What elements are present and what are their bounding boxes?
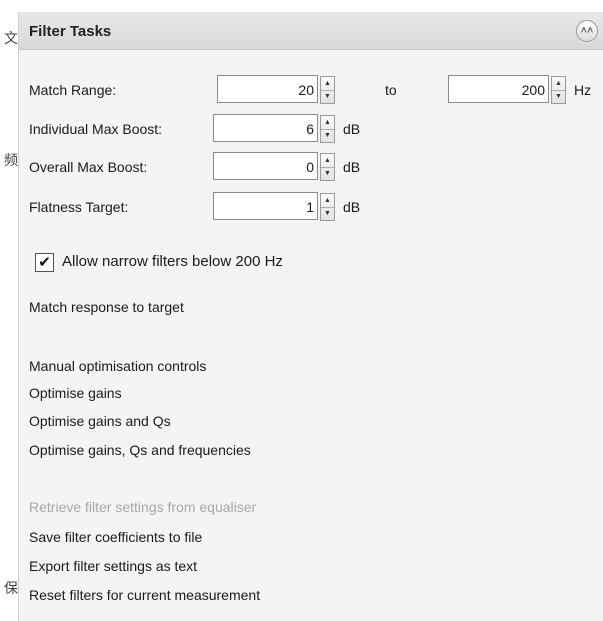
individual-max-boost-label: Individual Max Boost:: [29, 121, 163, 137]
edge-text: 文: [4, 31, 18, 47]
retrieve-settings-link: Retrieve filter settings from equaliser: [29, 499, 257, 515]
flatness-target-spinner[interactable]: 1 ▲ ▼: [213, 192, 335, 222]
individual-max-boost-spinner[interactable]: 6 ▲ ▼: [213, 114, 335, 144]
flatness-target-input[interactable]: 1: [213, 192, 318, 220]
spin-up-icon[interactable]: ▲: [321, 194, 334, 208]
reset-filters-link[interactable]: Reset filters for current measurement: [29, 587, 260, 603]
individual-max-boost-input[interactable]: 6: [213, 114, 318, 142]
export-settings-link[interactable]: Export filter settings as text: [29, 558, 197, 574]
optimise-gains-qs-link[interactable]: Optimise gains and Qs: [29, 413, 171, 429]
spin-buttons[interactable]: ▲ ▼: [551, 76, 566, 104]
spin-up-icon[interactable]: ▲: [321, 77, 334, 91]
spin-down-icon[interactable]: ▼: [321, 90, 334, 103]
spin-up-icon[interactable]: ▲: [321, 116, 334, 130]
spin-up-icon[interactable]: ▲: [321, 154, 334, 168]
double-chevron-up-icon[interactable]: ˄˄: [576, 20, 598, 42]
spin-up-icon[interactable]: ▲: [552, 77, 565, 91]
filter-tasks-panel: Filter Tasks ˄˄ Match Range: 20 ▲ ▼ to 2…: [18, 12, 603, 621]
overall-max-boost-spinner[interactable]: 0 ▲ ▼: [213, 152, 335, 182]
match-range-max-input[interactable]: 200: [448, 75, 549, 103]
background-window-edge: 文 频 保: [0, 0, 18, 621]
spin-buttons[interactable]: ▲ ▼: [320, 193, 335, 221]
optimise-gains-link[interactable]: Optimise gains: [29, 385, 122, 401]
panel-header: Filter Tasks ˄˄: [19, 12, 603, 50]
manual-optimisation-heading: Manual optimisation controls: [29, 358, 207, 374]
match-range-max-spinner[interactable]: 200 ▲ ▼: [448, 75, 566, 105]
overall-max-boost-row: Overall Max Boost: 0 ▲ ▼ dB: [29, 152, 429, 182]
flatness-target-unit: dB: [343, 199, 361, 215]
allow-narrow-filters-label: Allow narrow filters below 200 Hz: [62, 253, 283, 270]
spin-down-icon[interactable]: ▼: [321, 167, 334, 180]
allow-narrow-filters-checkbox[interactable]: ✔: [35, 253, 54, 272]
match-range-row: Match Range: 20 ▲ ▼ to 200 ▲ ▼ Hz: [29, 75, 599, 105]
spin-down-icon[interactable]: ▼: [321, 129, 334, 142]
match-response-link[interactable]: Match response to target: [29, 299, 184, 315]
spin-down-icon[interactable]: ▼: [552, 90, 565, 103]
flatness-target-label: Flatness Target:: [29, 199, 129, 215]
edge-text: 保: [4, 581, 18, 597]
flatness-target-row: Flatness Target: 1 ▲ ▼ dB: [29, 192, 429, 222]
match-range-min-spinner[interactable]: 20 ▲ ▼: [217, 75, 335, 105]
optimise-all-link[interactable]: Optimise gains, Qs and frequencies: [29, 442, 251, 458]
overall-max-boost-label: Overall Max Boost:: [29, 159, 148, 175]
allow-narrow-filters-option[interactable]: ✔ Allow narrow filters below 200 Hz: [29, 252, 389, 274]
save-coefficients-link[interactable]: Save filter coefficients to file: [29, 529, 202, 545]
overall-max-boost-input[interactable]: 0: [213, 152, 318, 180]
overall-max-boost-unit: dB: [343, 159, 361, 175]
match-range-to-label: to: [385, 82, 397, 98]
panel-title: Filter Tasks: [29, 23, 112, 40]
spin-buttons[interactable]: ▲ ▼: [320, 76, 335, 104]
match-range-min-input[interactable]: 20: [217, 75, 318, 103]
spin-buttons[interactable]: ▲ ▼: [320, 153, 335, 181]
spin-down-icon[interactable]: ▼: [321, 207, 334, 220]
match-range-label: Match Range:: [29, 82, 117, 98]
spin-buttons[interactable]: ▲ ▼: [320, 115, 335, 143]
match-range-unit: Hz: [574, 82, 592, 98]
individual-max-boost-row: Individual Max Boost: 6 ▲ ▼ dB: [29, 114, 429, 144]
individual-max-boost-unit: dB: [343, 121, 361, 137]
edge-text: 频: [4, 153, 18, 169]
